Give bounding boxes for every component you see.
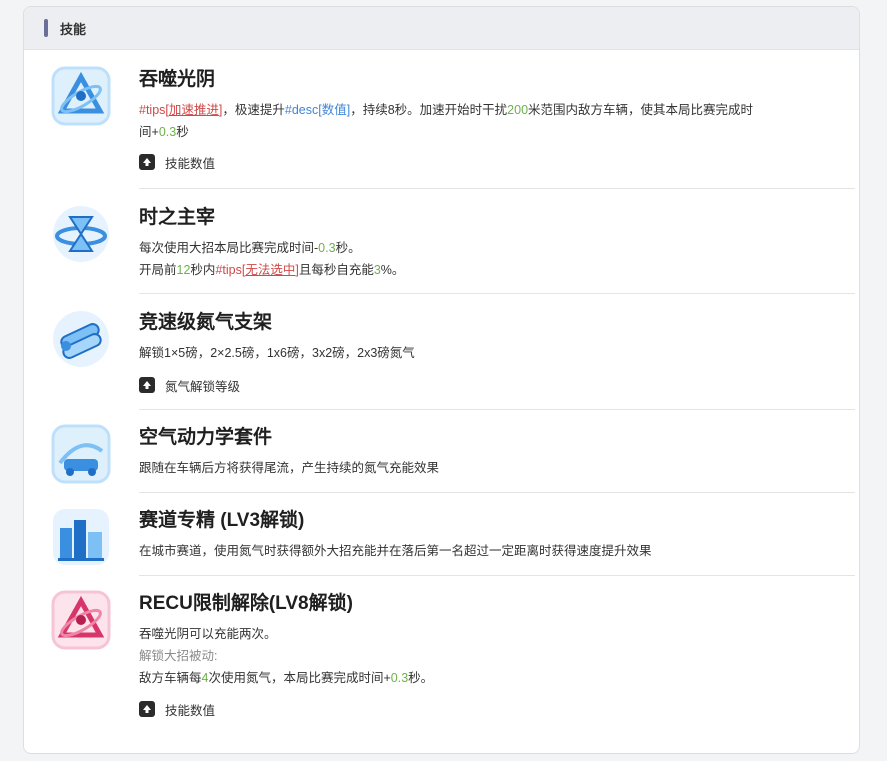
desc-text: %。 — [380, 263, 405, 277]
tips-tag: #tips[ — [139, 103, 169, 117]
time-devour-icon — [48, 63, 114, 129]
passive-label: 解锁大招被动: — [139, 649, 218, 663]
time-master-icon — [48, 201, 114, 267]
skill-description: 在城市赛道，使用氮气时获得额外大招充能并在落后第一名超过一定距离时获得速度提升效… — [139, 544, 652, 558]
desc-number: 12 — [176, 263, 191, 277]
aero-kit-icon — [48, 421, 114, 487]
stat-label: 技能数值 — [165, 156, 216, 171]
stat-label: 氮气解锁等级 — [165, 379, 241, 394]
upload-arrow-icon — [139, 154, 155, 170]
desc-number: 0.3 — [390, 671, 409, 685]
desc-text: 秒。 — [335, 241, 361, 255]
skill-description: #tips[加速推进]，极速提升#desc[数值]，持续8秒。加速开始时干扰20… — [139, 99, 857, 143]
skill-description: 跟随在车辆后方将获得尾流，产生持续的氮气充能效果 — [139, 461, 440, 475]
desc-number: 0.3 — [158, 125, 177, 139]
skill-name: RECU限制解除(LV8解锁) — [139, 593, 353, 614]
desc-text: 吞噬光阴可以充能两次。 — [139, 627, 277, 641]
stat-label: 技能数值 — [165, 703, 216, 718]
desc-text: 秒。 — [408, 671, 434, 685]
skill-stats-toggle[interactable]: 技能数值 — [139, 152, 857, 172]
skill-description: 每次使用大招本局比赛完成时间-0.3秒。 开局前12秒内#tips[无法选中]且… — [139, 237, 857, 281]
skill-description: 解锁1×5磅，2×2.5磅，1x6磅，3x2磅，2x3磅氮气 — [139, 346, 415, 360]
skill-name: 空气动力学套件 — [139, 427, 273, 448]
divider — [139, 575, 855, 576]
skill-description: 吞噬光阴可以充能两次。 解锁大招被动: 敌方车辆每4次使用氮气，本局比赛完成时间… — [139, 623, 857, 689]
recu-unlock-icon — [48, 587, 114, 653]
skill-name: 吞噬光阴 — [139, 69, 216, 90]
desc-text: 且每秒自充能 — [298, 263, 374, 277]
tips-tag: #tips[ — [215, 263, 246, 277]
divider — [139, 188, 855, 189]
nitro-rack-icon — [48, 306, 114, 372]
section-title: 技能 — [60, 21, 87, 37]
desc-number: 3 — [373, 263, 381, 277]
upload-arrow-icon — [139, 377, 155, 393]
desc-tag: #desc[数值] — [284, 103, 351, 117]
track-mastery-icon — [48, 504, 114, 570]
divider — [139, 492, 855, 493]
desc-text: 秒内 — [190, 263, 216, 277]
nitro-unlock-toggle[interactable]: 氮气解锁等级 — [139, 375, 857, 395]
divider — [139, 293, 855, 294]
tips-link[interactable]: 无法选中 — [245, 263, 295, 277]
skills-panel: 技能 吞噬光阴 #tips[加速推进]，极速提升#desc[数值]，持续8秒。加… — [23, 6, 860, 754]
upload-arrow-icon — [139, 701, 155, 717]
desc-text: 米范围内敌方车辆，使其本局比赛完成时 — [528, 103, 754, 117]
skill-name: 赛道专精 (LV3解锁) — [139, 510, 305, 531]
desc-text: 秒 — [176, 125, 189, 139]
skill-name: 时之主宰 — [139, 207, 216, 228]
desc-text: 次使用氮气，本局比赛完成时间+ — [208, 671, 391, 685]
desc-text: 开局前 — [139, 263, 177, 277]
desc-number: 200 — [507, 103, 529, 117]
desc-number: 0.3 — [318, 241, 336, 255]
desc-text: 敌方车辆每 — [139, 671, 202, 685]
divider — [139, 409, 855, 410]
skill-stats-toggle[interactable]: 技能数值 — [139, 699, 857, 719]
desc-text: 每次使用大招本局比赛完成时间- — [139, 241, 319, 255]
skill-name: 竞速级氮气支架 — [139, 312, 273, 333]
panel-header: 技能 — [24, 7, 859, 50]
tips-link[interactable]: 加速推进 — [169, 103, 219, 117]
desc-text: ，极速提升 — [222, 103, 285, 117]
header-accent-bar — [44, 19, 48, 37]
desc-text: 间+ — [139, 125, 159, 139]
desc-text: ，持续8秒。加速开始时干扰 — [350, 103, 508, 117]
